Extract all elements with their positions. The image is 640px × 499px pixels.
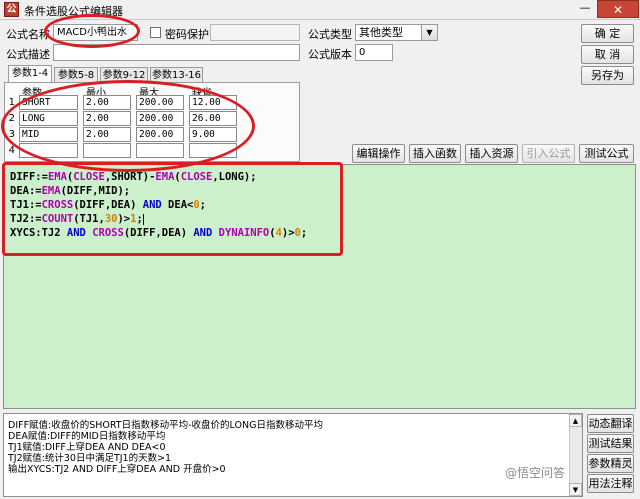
- cancel-button[interactable]: 取 消: [581, 45, 634, 64]
- param-default-cell[interactable]: 26.00: [189, 111, 237, 126]
- param-name-cell[interactable]: [19, 143, 78, 158]
- scroll-down-icon[interactable]: ▼: [569, 483, 582, 496]
- formula-desc-label: 公式描述: [6, 48, 50, 61]
- param-default-cell[interactable]: 12.00: [189, 95, 237, 110]
- param-row-number: 3: [8, 129, 15, 140]
- code-line-5: XYCS:TJ2 AND CROSS(DIFF,DEA) AND DYNAINF…: [10, 227, 308, 239]
- formula-type-select[interactable]: 其他类型 ▼: [355, 24, 438, 41]
- formula-explanation: DIFF赋值:收盘价的SHORT日指数移动平均-收盘价的LONG日指数移动平均 …: [3, 413, 583, 497]
- param-default-cell[interactable]: 9.00: [189, 127, 237, 142]
- param-row-number: 4: [8, 145, 15, 156]
- param-max-cell[interactable]: [136, 143, 184, 158]
- test-formula-button[interactable]: 测试公式: [579, 144, 634, 163]
- formula-version-input[interactable]: 0: [355, 44, 393, 61]
- formula-editor[interactable]: DIFF:=EMA(CLOSE,SHORT)-EMA(CLOSE,LONG); …: [3, 164, 636, 409]
- param-min-cell[interactable]: 2.00: [83, 95, 131, 110]
- tab-params-13-16[interactable]: 参数13-16: [150, 67, 203, 83]
- param-wizard-button[interactable]: 参数精灵: [587, 454, 634, 473]
- tab-params-9-12[interactable]: 参数9-12: [100, 67, 148, 83]
- scroll-up-icon[interactable]: ▲: [569, 414, 582, 427]
- app-icon: 公: [4, 2, 19, 17]
- chevron-down-icon[interactable]: ▼: [421, 25, 437, 40]
- import-formula-button[interactable]: 引入公式: [522, 144, 575, 163]
- watermark: @悟空问答: [505, 466, 566, 480]
- dynamic-translate-button[interactable]: 动态翻译: [587, 414, 634, 433]
- param-min-cell[interactable]: 2.00: [83, 127, 131, 142]
- param-name-cell[interactable]: SHORT: [19, 95, 78, 110]
- formula-type-value: 其他类型: [359, 26, 403, 39]
- formula-type-label: 公式类型: [308, 28, 352, 41]
- param-default-cell[interactable]: [189, 143, 237, 158]
- test-result-button[interactable]: 测试结果: [587, 434, 634, 453]
- code-line-1: DIFF:=EMA(CLOSE,SHORT)-EMA(CLOSE,LONG);: [10, 171, 257, 183]
- window-title: 条件选股公式编辑器: [24, 5, 123, 18]
- password-input[interactable]: [210, 24, 300, 41]
- text-cursor: [142, 213, 144, 225]
- param-max-cell[interactable]: 200.00: [136, 95, 184, 110]
- edit-operations-button[interactable]: 编辑操作: [352, 144, 405, 163]
- tab-params-5-8[interactable]: 参数5-8: [54, 67, 98, 83]
- password-label: 密码保护: [165, 28, 209, 41]
- param-name-cell[interactable]: LONG: [19, 111, 78, 126]
- param-max-cell[interactable]: 200.00: [136, 111, 184, 126]
- param-name-cell[interactable]: MID: [19, 127, 78, 142]
- code-line-2: DEA:=EMA(DIFF,MID);: [10, 185, 131, 197]
- usage-notes-button[interactable]: 用法注释: [587, 474, 634, 493]
- param-min-cell[interactable]: 2.00: [83, 111, 131, 126]
- tab-params-1-4[interactable]: 参数1-4: [8, 65, 52, 83]
- close-button[interactable]: ✕: [597, 0, 639, 18]
- formula-version-label: 公式版本: [308, 48, 352, 61]
- insert-function-button[interactable]: 插入函数: [409, 144, 461, 163]
- param-min-cell[interactable]: [83, 143, 131, 158]
- formula-name-label: 公式名称: [6, 28, 50, 41]
- ok-button[interactable]: 确 定: [581, 24, 634, 43]
- insert-resource-button[interactable]: 插入资源: [465, 144, 518, 163]
- formula-name-input[interactable]: MACD小鸭出水: [53, 24, 138, 41]
- save-as-button[interactable]: 另存为: [581, 66, 634, 85]
- formula-desc-input[interactable]: [53, 44, 300, 61]
- explanation-line: 输出XYCS:TJ2 AND DIFF上穿DEA AND 开盘价>0: [8, 464, 226, 475]
- minimize-icon[interactable]: —: [575, 2, 595, 16]
- code-line-3: TJ1:=CROSS(DIFF,DEA) AND DEA<0;: [10, 199, 206, 211]
- param-row-number: 2: [8, 113, 15, 124]
- param-row-number: 1: [8, 97, 15, 108]
- param-max-cell[interactable]: 200.00: [136, 127, 184, 142]
- code-line-4: TJ2:=COUNT(TJ1,30)>1;: [10, 213, 144, 225]
- password-checkbox[interactable]: [150, 27, 161, 38]
